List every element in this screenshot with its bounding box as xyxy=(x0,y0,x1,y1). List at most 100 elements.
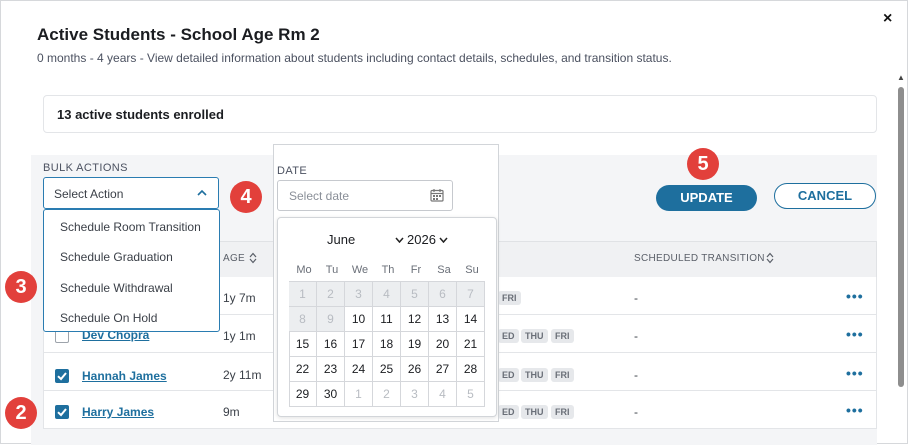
calendar-year-select[interactable]: 2026 xyxy=(407,232,436,247)
date-placeholder: Select date xyxy=(289,189,350,203)
calendar-day: 5 xyxy=(401,282,429,307)
more-horizontal-icon[interactable]: ••• xyxy=(846,326,864,342)
calendar-day[interactable]: 1 xyxy=(345,382,373,407)
calendar-day[interactable]: 22 xyxy=(289,357,317,382)
calendar-day[interactable]: 16 xyxy=(317,332,345,357)
sort-icon[interactable] xyxy=(249,252,257,264)
calendar-weekday: We xyxy=(351,264,369,276)
row-checkbox-checked[interactable] xyxy=(55,369,69,383)
scrollbar-thumb[interactable] xyxy=(898,87,904,387)
calendar-day[interactable]: 30 xyxy=(317,382,345,407)
menu-item-schedule-on-hold[interactable]: Schedule On Hold xyxy=(60,311,157,325)
menu-item-schedule-graduation[interactable]: Schedule Graduation xyxy=(60,250,173,264)
calendar-weekday: Su xyxy=(465,264,479,276)
menu-item-schedule-room-transition[interactable]: Schedule Room Transition xyxy=(60,220,201,234)
enrolled-summary: 13 active students enrolled xyxy=(43,95,877,133)
sort-icon[interactable] xyxy=(766,252,774,264)
calendar-day[interactable]: 5 xyxy=(457,382,485,407)
bulk-action-select[interactable]: Select Action xyxy=(43,177,219,209)
callout-badge: 5 xyxy=(687,148,719,180)
day-chip: FRI xyxy=(551,405,574,419)
more-horizontal-icon[interactable]: ••• xyxy=(846,365,864,381)
scheduled-transition: - xyxy=(634,291,638,305)
scheduled-transition: - xyxy=(634,405,638,419)
calendar-day: 7 xyxy=(457,282,485,307)
calendar-day[interactable]: 14 xyxy=(457,307,485,332)
calendar-day: 9 xyxy=(317,307,345,332)
calendar-month-select[interactable]: June xyxy=(327,232,355,247)
modal-subtitle: 0 months - 4 years - View detailed infor… xyxy=(37,51,672,65)
calendar-day[interactable]: 2 xyxy=(373,382,401,407)
callout-badge: 4 xyxy=(230,181,262,213)
calendar-day[interactable]: 3 xyxy=(401,382,429,407)
calendar-weekday: Th xyxy=(381,264,395,276)
update-button[interactable]: UPDATE xyxy=(656,185,757,211)
chevron-down-icon[interactable] xyxy=(439,237,448,243)
calendar-day[interactable]: 13 xyxy=(429,307,457,332)
column-header-scheduled-transition[interactable]: SCHEDULED TRANSITION xyxy=(634,253,765,264)
more-horizontal-icon[interactable]: ••• xyxy=(846,402,864,418)
calendar-day[interactable]: 28 xyxy=(457,357,485,382)
calendar-day[interactable]: 18 xyxy=(373,332,401,357)
calendar-day: 8 xyxy=(289,307,317,332)
calendar-day[interactable]: 24 xyxy=(345,357,373,382)
callout-badge: 3 xyxy=(5,271,37,303)
calendar-day[interactable]: 27 xyxy=(429,357,457,382)
calendar-day[interactable]: 17 xyxy=(345,332,373,357)
row-checkbox-checked[interactable] xyxy=(55,405,69,419)
bulk-actions-label: BULK ACTIONS xyxy=(43,162,128,174)
calendar-day[interactable]: 10 xyxy=(345,307,373,332)
calendar-day[interactable]: 19 xyxy=(401,332,429,357)
student-age: 2y 11m xyxy=(223,368,262,382)
calendar-day: 2 xyxy=(317,282,345,307)
cancel-button[interactable]: CANCEL xyxy=(774,183,876,209)
calendar-icon[interactable] xyxy=(430,188,444,202)
modal-title: Active Students - School Age Rm 2 xyxy=(37,25,320,44)
scheduled-transition: - xyxy=(634,368,638,382)
chevron-up-icon xyxy=(197,189,207,196)
calendar-day[interactable]: 15 xyxy=(289,332,317,357)
day-chip: ED xyxy=(498,368,519,382)
day-chip: THU xyxy=(521,368,548,382)
calendar-day[interactable]: 20 xyxy=(429,332,457,357)
student-age: 1y 7m xyxy=(223,291,256,305)
calendar-grid: 1 2 3 4 5 6 7 8 9 10 11 12 13 14 15 16 17 18 19 20 21 22 23 24 2… xyxy=(289,281,485,407)
active-students-modal: × Active Students - School Age Rm 2 0 mo… xyxy=(0,0,908,445)
enrolled-count: 13 active students enrolled xyxy=(57,107,224,122)
calendar-day[interactable]: 26 xyxy=(401,357,429,382)
bulk-action-selected: Select Action xyxy=(54,187,124,201)
scheduled-transition: - xyxy=(634,329,638,343)
student-name-link[interactable]: Hannah James xyxy=(82,369,167,383)
more-horizontal-icon[interactable]: ••• xyxy=(846,288,864,304)
check-icon xyxy=(57,408,67,417)
close-icon[interactable]: × xyxy=(883,11,892,27)
date-input[interactable]: Select date xyxy=(277,180,453,211)
calendar-weekday: Sa xyxy=(437,264,451,276)
calendar-day: 1 xyxy=(289,282,317,307)
calendar-day[interactable]: 21 xyxy=(457,332,485,357)
day-chip: ED xyxy=(498,405,519,419)
calendar-day[interactable]: 4 xyxy=(429,382,457,407)
calendar-day: 3 xyxy=(345,282,373,307)
calendar-day[interactable]: 12 xyxy=(401,307,429,332)
calendar-day: 6 xyxy=(429,282,457,307)
day-chip: THU xyxy=(521,405,548,419)
column-header-age[interactable]: AGE xyxy=(223,253,245,264)
student-name-link[interactable]: Harry James xyxy=(82,405,154,419)
day-chip: THU xyxy=(521,329,548,343)
chevron-down-icon[interactable] xyxy=(395,237,404,243)
calendar-weekday: Tu xyxy=(325,264,339,276)
day-chip: FRI xyxy=(498,291,521,305)
calendar-day[interactable]: 11 xyxy=(373,307,401,332)
calendar-weekday: Fr xyxy=(410,264,422,276)
day-chip: FRI xyxy=(551,329,574,343)
calendar-day[interactable]: 23 xyxy=(317,357,345,382)
menu-item-schedule-withdrawal[interactable]: Schedule Withdrawal xyxy=(60,281,173,295)
calendar-day[interactable]: 25 xyxy=(373,357,401,382)
student-age: 1y 1m xyxy=(223,329,256,343)
scroll-up-icon[interactable]: ▲ xyxy=(897,73,905,82)
date-label: DATE xyxy=(277,165,308,177)
calendar-day[interactable]: 29 xyxy=(289,382,317,407)
bulk-action-menu: Schedule Room Transition Schedule Gradua… xyxy=(43,209,220,332)
student-age: 9m xyxy=(223,405,240,419)
